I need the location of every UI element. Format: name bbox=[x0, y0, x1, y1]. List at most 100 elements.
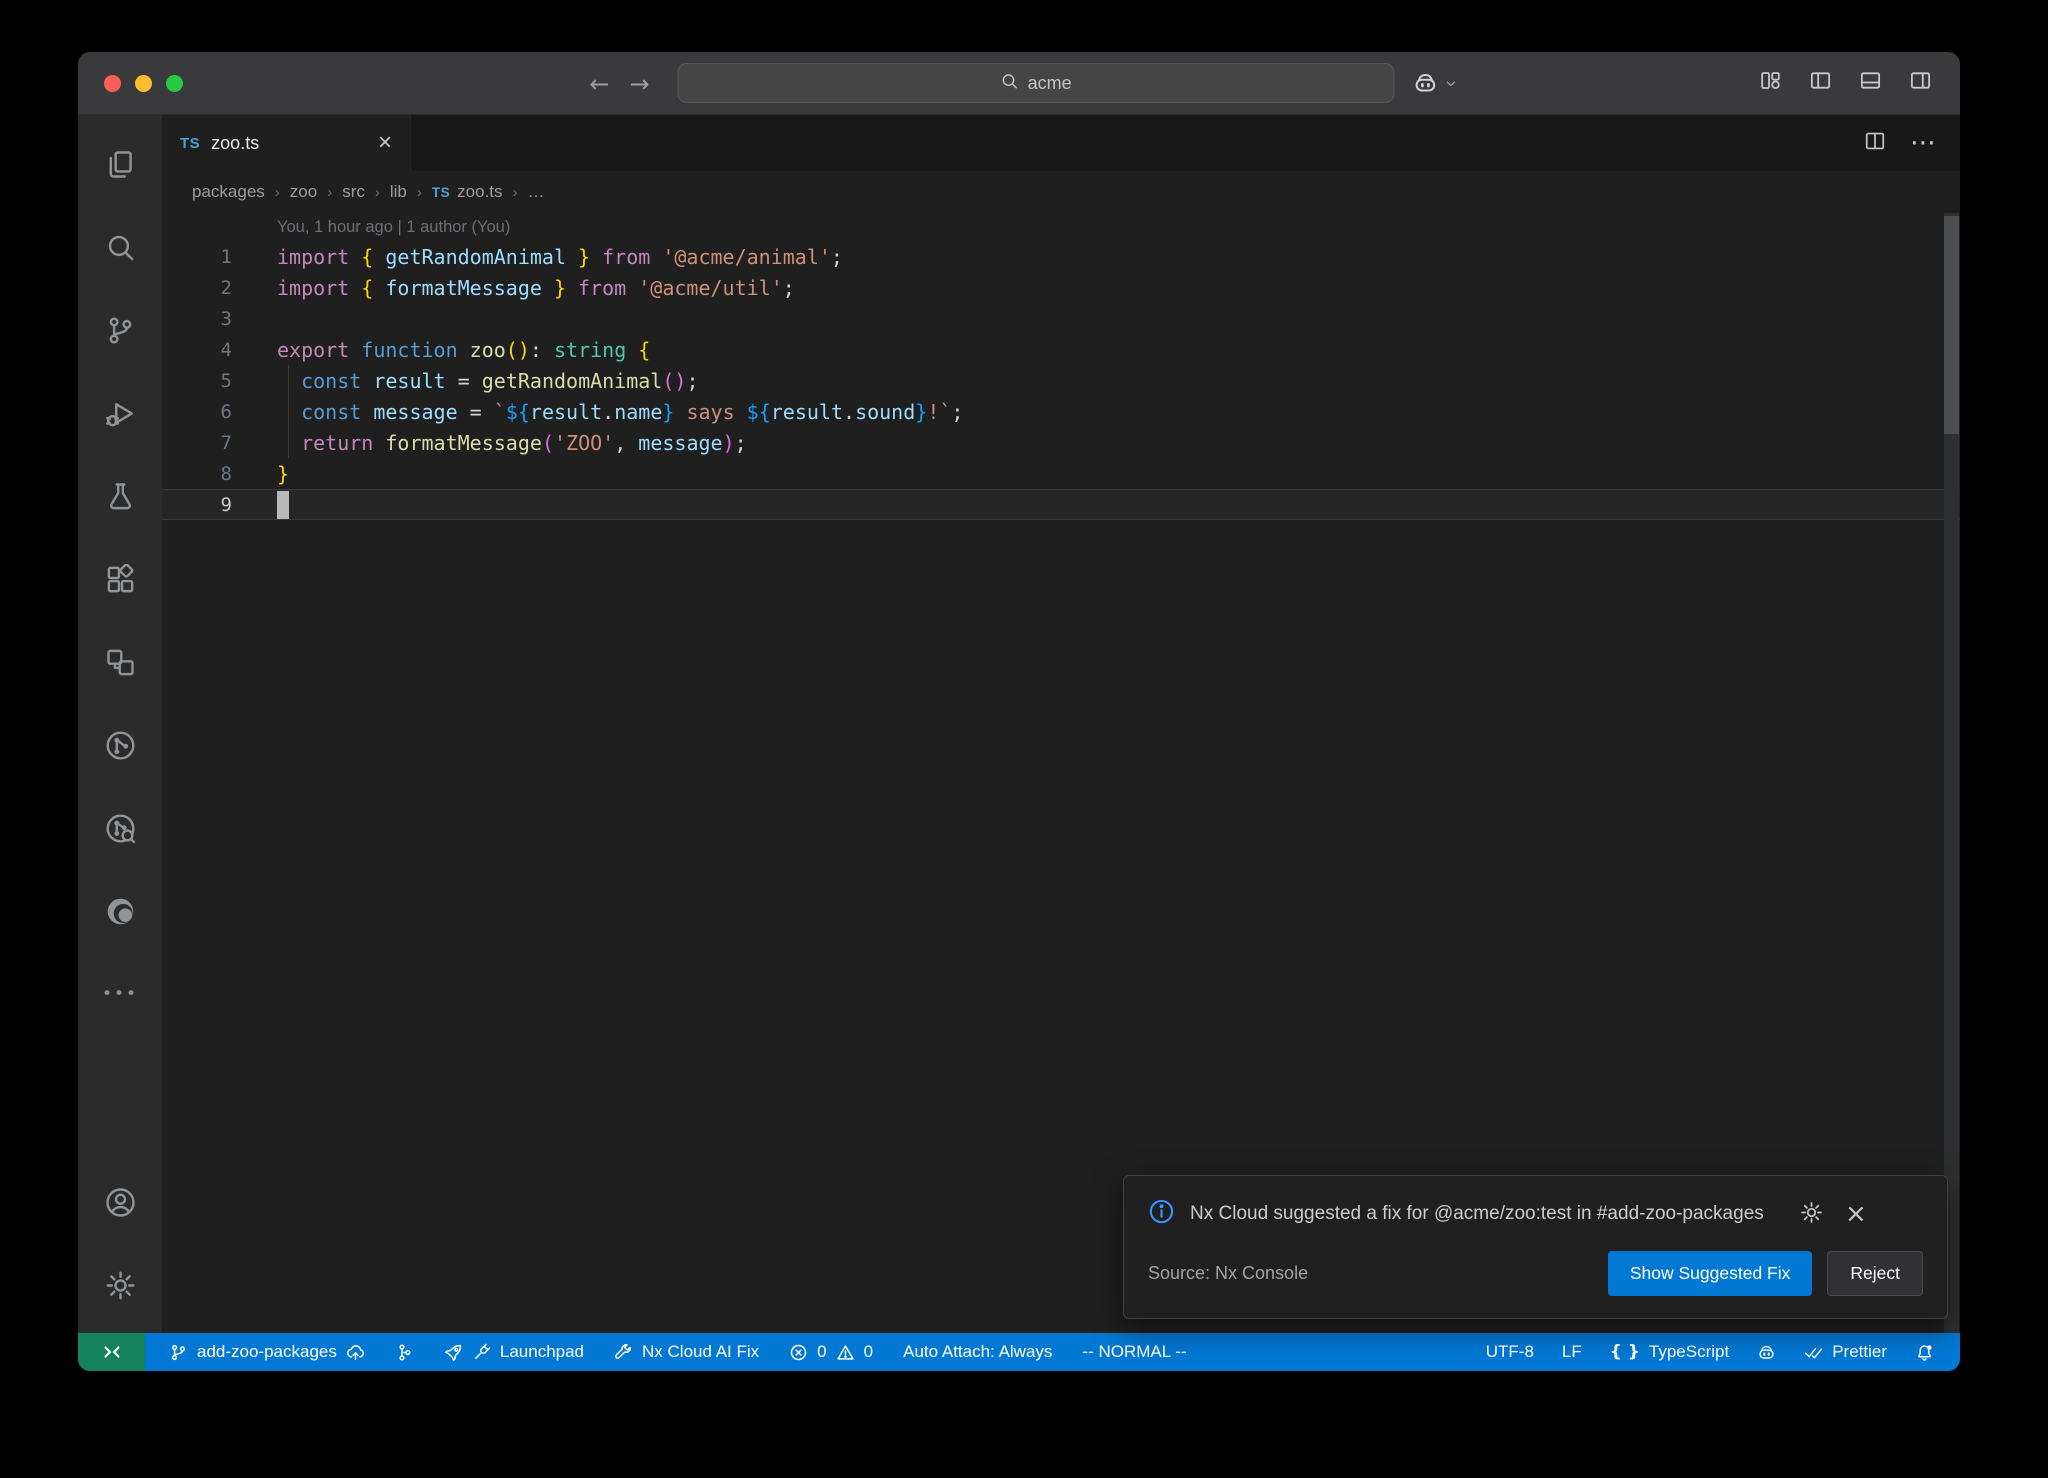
status-item-remote-indicator[interactable] bbox=[78, 1333, 145, 1371]
breadcrumb-item-packages[interactable]: packages bbox=[192, 182, 265, 202]
status-item-problems[interactable]: 00 bbox=[789, 1342, 873, 1362]
bell-dot-icon bbox=[1915, 1343, 1934, 1362]
tab-bar: TS zoo.ts × ⋯ bbox=[162, 115, 1960, 171]
nx-cloud-icon bbox=[105, 813, 136, 844]
activity-item-accounts[interactable] bbox=[78, 1161, 162, 1244]
line-number[interactable]: 3 bbox=[162, 308, 232, 330]
line-number[interactable]: 1 bbox=[162, 246, 232, 268]
status-item-auto-attach[interactable]: Auto Attach: Always bbox=[903, 1342, 1052, 1362]
git-blame-annotation: You, 1 hour ago | 1 author (You) bbox=[162, 213, 1960, 241]
close-window-button[interactable] bbox=[104, 75, 121, 92]
command-center-search[interactable]: acme bbox=[678, 63, 1395, 103]
activity-item-nx-console[interactable] bbox=[78, 704, 162, 787]
code-text: import { formatMessage } from '@acme/uti… bbox=[232, 276, 795, 300]
breadcrumb-item-zoo[interactable]: zoo bbox=[290, 182, 317, 202]
titlebar: ← → acme bbox=[78, 52, 1960, 115]
line-number[interactable]: 2 bbox=[162, 277, 232, 299]
activity-item-source-control[interactable] bbox=[78, 289, 162, 372]
breadcrumb-item-more[interactable]: … bbox=[528, 182, 545, 202]
editor-group: TS zoo.ts × ⋯ packages›zoo›src›lib›TSzoo… bbox=[162, 115, 1960, 1333]
notification-close-button[interactable]: × bbox=[1845, 1201, 1867, 1229]
toggle-panel-button[interactable] bbox=[1859, 69, 1882, 97]
status-item-language-mode[interactable]: { }TypeScript bbox=[1610, 1342, 1729, 1362]
code-line: 9 bbox=[162, 489, 1960, 520]
split-editor-button[interactable] bbox=[1864, 130, 1886, 157]
zoom-window-button[interactable] bbox=[166, 75, 183, 92]
layout-sidebar-right-icon bbox=[1909, 69, 1932, 92]
info-icon bbox=[1148, 1198, 1175, 1225]
line-number[interactable]: 7 bbox=[162, 432, 232, 454]
status-item-notifications-bell[interactable] bbox=[1915, 1343, 1934, 1362]
editor-scrollbar-slider[interactable] bbox=[1944, 216, 1959, 434]
status-bar: add-zoo-packages Launchpad Nx Cloud AI Fix… bbox=[78, 1333, 1960, 1371]
status-item-vim-mode[interactable]: -- NORMAL -- bbox=[1082, 1342, 1186, 1362]
tab-zoo-ts[interactable]: TS zoo.ts × bbox=[162, 115, 411, 171]
code-line: 3 bbox=[162, 303, 1960, 334]
desktop: { "colors": { "status_bar_bg": "#0078D4"… bbox=[0, 0, 2048, 1478]
breadcrumb-item-src[interactable]: src bbox=[342, 182, 365, 202]
notification-message: Nx Cloud suggested a fix for @acme/zoo:t… bbox=[1190, 1198, 1785, 1231]
account-icon bbox=[105, 1187, 136, 1218]
typescript-file-icon: TS bbox=[432, 185, 450, 200]
customize-layout-button[interactable] bbox=[1759, 69, 1782, 97]
toggle-secondary-sidebar-button[interactable] bbox=[1909, 69, 1932, 97]
breadcrumb-item-lib[interactable]: lib bbox=[390, 182, 407, 202]
activity-item-run-and-debug[interactable] bbox=[78, 372, 162, 455]
line-number[interactable]: 9 bbox=[162, 494, 232, 516]
activity-item-settings[interactable] bbox=[78, 1244, 162, 1327]
breadcrumb-separator: › bbox=[275, 184, 280, 201]
status-item-launchpad[interactable]: Launchpad bbox=[444, 1342, 584, 1362]
search-value: acme bbox=[1028, 73, 1072, 94]
title-center: ← → acme bbox=[579, 52, 1458, 114]
breadcrumb-item-zoo-ts[interactable]: TSzoo.ts bbox=[432, 182, 503, 202]
status-item-nx-workspace[interactable] bbox=[395, 1343, 414, 1362]
activity-item-extensions[interactable] bbox=[78, 538, 162, 621]
editor-cursor bbox=[277, 491, 289, 519]
code-editor[interactable]: You, 1 hour ago | 1 author (You) 1import… bbox=[162, 213, 1960, 1333]
toggle-primary-sidebar-button[interactable] bbox=[1809, 69, 1832, 97]
status-item-encoding[interactable]: UTF-8 bbox=[1486, 1342, 1534, 1362]
breadcrumb-separator: › bbox=[327, 184, 332, 201]
line-number[interactable]: 5 bbox=[162, 370, 232, 392]
show-suggested-fix-button[interactable]: Show Suggested Fix bbox=[1608, 1251, 1813, 1296]
activity-item-edge-tools[interactable] bbox=[78, 870, 162, 953]
split-icon bbox=[1864, 130, 1886, 152]
wrench-icon bbox=[614, 1343, 633, 1362]
status-item-nx-cloud-ai-fix[interactable]: Nx Cloud AI Fix bbox=[614, 1342, 759, 1362]
status-item-end-of-line[interactable]: LF bbox=[1562, 1342, 1582, 1362]
copilot-menu[interactable] bbox=[1413, 70, 1459, 96]
search-icon bbox=[105, 232, 136, 263]
activity-item-additional-views[interactable]: ••• bbox=[78, 953, 162, 1036]
traffic-lights bbox=[104, 52, 183, 114]
line-number[interactable]: 4 bbox=[162, 339, 232, 361]
forward-button[interactable]: → bbox=[620, 70, 660, 97]
status-item-git-branch[interactable]: add-zoo-packages bbox=[169, 1342, 365, 1362]
back-button[interactable]: ← bbox=[579, 70, 619, 97]
line-number[interactable]: 8 bbox=[162, 463, 232, 485]
status-item-prettier[interactable]: Prettier bbox=[1804, 1342, 1887, 1362]
code-line: 8} bbox=[162, 458, 1960, 489]
activity-item-remote-explorer[interactable] bbox=[78, 621, 162, 704]
status-item-copilot-status[interactable] bbox=[1757, 1343, 1776, 1362]
extensions-icon bbox=[105, 564, 136, 595]
arrow-right-icon: → bbox=[630, 72, 650, 96]
activity-item-testing[interactable] bbox=[78, 455, 162, 538]
gear-icon bbox=[105, 1270, 136, 1301]
minimize-window-button[interactable] bbox=[135, 75, 152, 92]
activity-item-explorer[interactable] bbox=[78, 123, 162, 206]
more-actions-button[interactable]: ⋯ bbox=[1910, 130, 1936, 156]
line-number[interactable]: 6 bbox=[162, 401, 232, 423]
tab-title: zoo.ts bbox=[211, 133, 259, 154]
code-text: import { getRandomAnimal } from '@acme/a… bbox=[232, 245, 843, 269]
activity-item-search[interactable] bbox=[78, 206, 162, 289]
ellipsis-icon: ••• bbox=[102, 986, 138, 1003]
tab-close-icon[interactable]: × bbox=[378, 131, 392, 155]
layout-panel-icon bbox=[1859, 69, 1882, 92]
layout-sidebar-left-icon bbox=[1809, 69, 1832, 92]
activity-item-nx-cloud[interactable] bbox=[78, 787, 162, 870]
reject-button[interactable]: Reject bbox=[1827, 1251, 1923, 1296]
notification-toast: Nx Cloud suggested a fix for @acme/zoo:t… bbox=[1123, 1175, 1948, 1319]
code-line: 4export function zoo(): string { bbox=[162, 334, 1960, 365]
info-icon bbox=[1148, 1198, 1175, 1230]
notification-settings-button[interactable] bbox=[1800, 1201, 1823, 1229]
